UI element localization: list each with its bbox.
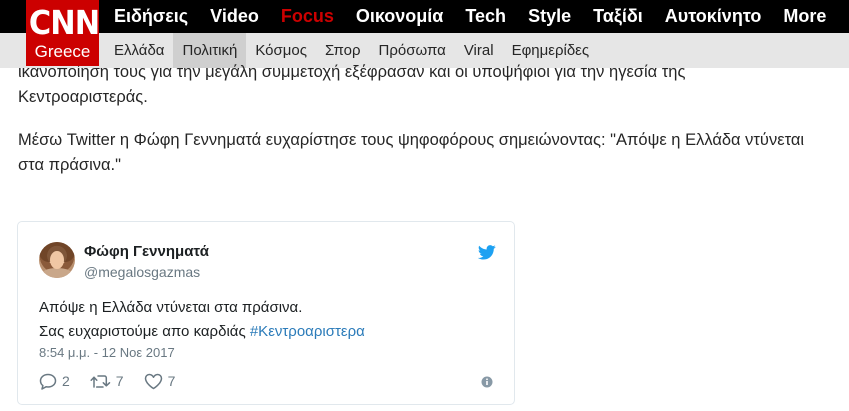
tweet-hashtag-link[interactable]: #Κεντροαριστερα <box>250 323 365 340</box>
main-nav: Ειδήσεις Video Focus Οικονομία Tech Styl… <box>114 0 848 33</box>
main-nav-item-oikonomia[interactable]: Οικονομία <box>356 0 444 33</box>
main-nav-item-style[interactable]: Style <box>528 0 571 33</box>
tweet-text: Απόψε η Ελλάδα ντύνεται στα πράσινα. Σας… <box>39 296 499 344</box>
main-nav-item-aftokinito[interactable]: Αυτοκίνητο <box>665 0 762 33</box>
info-icon[interactable] <box>481 376 493 388</box>
heart-icon <box>144 373 162 389</box>
tweet-timestamp[interactable]: 8:54 μ.μ. - 12 Νοε 2017 <box>39 345 175 360</box>
author-avatar[interactable] <box>39 242 75 278</box>
main-nav-item-tech[interactable]: Tech <box>465 0 506 33</box>
tweet-text-line-1: Απόψε η Ελλάδα ντύνεται στα πράσινα. <box>39 299 303 316</box>
like-action[interactable]: 7 <box>144 373 176 390</box>
article-paragraph-2: Μέσω Twitter η Φώφη Γεννηματά ευχαρίστησ… <box>18 131 805 174</box>
retweet-icon <box>90 374 111 388</box>
embedded-tweet-card[interactable]: Φώφη Γεννηματά @megalosgazmas Απόψε η Ελ… <box>17 221 515 405</box>
tweet-text-line-2-body: Σας ευχαριστούμε απο καρδιάς <box>39 323 250 340</box>
avatar-face <box>50 251 64 269</box>
tweet-author-handle[interactable]: @megalosgazmas <box>84 264 200 280</box>
main-nav-item-focus[interactable]: Focus <box>281 0 334 33</box>
retweet-count: 7 <box>115 373 124 389</box>
retweet-action[interactable]: 7 <box>90 373 124 390</box>
logo-edition: Greece <box>34 42 91 61</box>
reply-action[interactable]: 2 <box>39 373 70 390</box>
main-nav-item-more[interactable]: More <box>783 0 826 33</box>
reply-icon <box>39 373 57 390</box>
cnn-greece-logo[interactable]: CNN Greece <box>26 0 99 66</box>
tweet-author-name[interactable]: Φώφη Γεννηματά <box>84 243 209 260</box>
article-paragraph-1: ικανοποίηση τους για την μεγάλη συμμετοχ… <box>18 63 686 106</box>
tweet-actions: 2 7 7 <box>39 372 195 390</box>
main-nav-item-taxidi[interactable]: Ταξίδι <box>593 0 643 33</box>
reply-count: 2 <box>62 373 70 389</box>
avatar-body <box>41 268 73 278</box>
twitter-bird-icon[interactable] <box>478 245 496 260</box>
logo-brand: CNN <box>28 3 99 42</box>
tweet-text-line-2: Σας ευχαριστούμε απο καρδιάς #Κεντροαρισ… <box>39 320 499 344</box>
main-nav-item-video[interactable]: Video <box>210 0 259 33</box>
main-nav-item-eidiseis[interactable]: Ειδήσεις <box>114 0 188 33</box>
like-count: 7 <box>167 373 176 389</box>
